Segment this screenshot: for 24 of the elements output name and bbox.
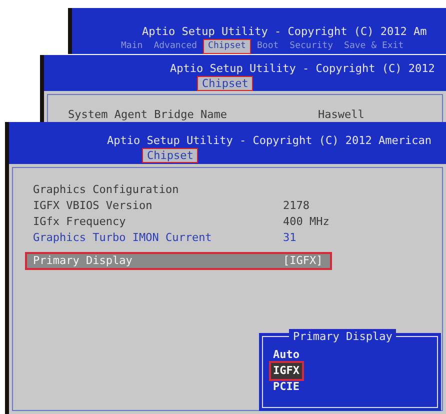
setting-label[interactable]: Graphics Turbo IMON Current: [33, 230, 283, 246]
menu-tab[interactable]: Chipset: [197, 76, 254, 91]
setting-label: IGFX VBIOS Version: [33, 198, 154, 214]
popup-title: Primary Display: [289, 329, 396, 346]
menu-tab[interactable]: Boot: [252, 39, 284, 54]
setting-label: System Agent Bridge Name: [68, 106, 228, 123]
setting-value: 400 MHz: [283, 214, 330, 230]
setting-label: Graphics Configuration: [33, 182, 180, 198]
setting-label[interactable]: Primary Display: [33, 252, 283, 270]
window-title: Aptio Setup Utility - Copyright (C) 2012 Am: [141, 25, 428, 39]
setting-value: 2178: [283, 198, 310, 214]
menu-tab[interactable]: Advanced: [148, 39, 202, 54]
setting-value: 31: [283, 230, 296, 246]
menu-tab[interactable]: Chipset: [142, 148, 198, 163]
setting-value: Haswell: [318, 106, 364, 123]
setting-label: IGfx Frequency: [33, 214, 127, 230]
setting-value: [IGFX]: [283, 252, 323, 269]
window-title: Aptio Setup Utility - Copyright (C) 2012 American: [106, 134, 433, 148]
window-title: Aptio Setup Utility - Copyright (C) 2012: [169, 62, 436, 76]
menu-tab[interactable]: Chipset: [203, 39, 251, 54]
menu-tab[interactable]: Security: [284, 39, 338, 54]
menu-tab[interactable]: Save & Exit: [339, 39, 409, 54]
popup-option[interactable]: IGFX: [269, 360, 304, 382]
menu-tab[interactable]: Main: [116, 39, 148, 54]
